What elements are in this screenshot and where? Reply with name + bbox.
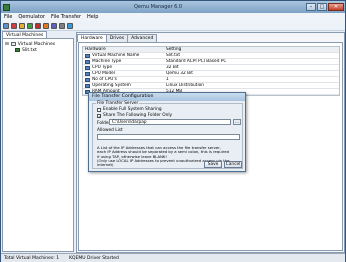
maximize-button[interactable]: □ (317, 3, 327, 11)
vm-icon (15, 48, 20, 52)
share-folder-checkbox[interactable]: ✓ Share The Following Folder Only (97, 113, 172, 118)
new-vm-icon[interactable] (3, 22, 9, 29)
folder-icon (10, 42, 16, 46)
toolbar (1, 21, 345, 31)
row-label: Machine Type (92, 59, 122, 64)
machine-icon (85, 59, 90, 64)
title-bar: Qemu Manager 6.0 – □ ✕ (1, 1, 345, 13)
detail-tabs: Hardware Drives Advanced (77, 34, 158, 42)
browse-button[interactable]: ... (233, 119, 241, 125)
allowed-list-input[interactable] (97, 134, 240, 140)
row-label: No of CPU's (92, 77, 117, 82)
save-button[interactable]: Save (204, 161, 222, 168)
cpu-model-icon (85, 71, 90, 76)
row-value: 1 (166, 77, 169, 82)
row-value: Qemu 32 Bit (166, 71, 193, 76)
vm-tree: ⊟ Virtual Machines Slit.txt (2, 38, 74, 252)
close-button[interactable]: ✕ (328, 3, 344, 11)
row-label: Operating System (92, 83, 131, 88)
delete-icon[interactable] (11, 22, 17, 29)
tab-hardware[interactable]: Hardware (77, 34, 107, 42)
stop-icon[interactable] (35, 22, 41, 29)
tree-root-label: Virtual Machines (17, 41, 56, 47)
group-label: File Transfer Server (96, 101, 140, 106)
window-title: Qemu Manager 6.0 (133, 4, 183, 10)
minimize-button[interactable]: – (306, 3, 316, 11)
pause-icon[interactable] (43, 22, 49, 29)
checkmark-icon[interactable]: ✓ (97, 113, 101, 118)
menu-help[interactable]: Help (87, 14, 98, 20)
allowed-list-label: Allowed List (97, 128, 123, 133)
tab-advanced[interactable]: Advanced (127, 34, 158, 42)
row-value: Standard ACPI PCI Based PC (166, 59, 227, 64)
status-driver: KQEMU Driver Started (69, 255, 119, 261)
tab-drives[interactable]: Drives (105, 34, 129, 42)
reset-icon[interactable] (51, 22, 57, 29)
tree-item-vm[interactable]: Slit.txt (15, 47, 73, 53)
menu-file-transfer[interactable]: File Transfer (51, 14, 81, 20)
folder-input[interactable]: C:\Users\darpap (109, 119, 231, 125)
dialog-title: File Transfer Configuration (89, 93, 245, 101)
cancel-button[interactable]: Cancel (224, 161, 242, 168)
row-label: CPU Model (92, 71, 116, 76)
tree-item-label: Slit.txt (22, 47, 37, 53)
main-window: Qemu Manager 6.0 – □ ✕ File Qemulator Fi… (0, 0, 346, 262)
os-icon (85, 83, 90, 88)
row-label: Virtual Machine Name (92, 53, 140, 58)
menu-file[interactable]: File (4, 14, 12, 20)
collapse-icon[interactable]: ⊟ (5, 42, 9, 47)
play-icon[interactable] (27, 22, 33, 29)
enable-sharing-checkbox[interactable]: Enable Full System Sharing (97, 107, 162, 112)
header-hardware[interactable]: Hardware (83, 47, 163, 52)
status-vm-count: Total Virtual Machines: 1 (4, 255, 60, 261)
cpu-count-icon (85, 77, 90, 82)
menu-bar: File Qemulator File Transfer Help (1, 13, 345, 21)
app-icon (3, 3, 10, 11)
vm-name-icon (85, 53, 90, 58)
header-setting[interactable]: Setting (163, 47, 339, 52)
hardware-grid: Hardware Setting Virtual Machine Name Sli… (82, 46, 340, 96)
row-label: CPU Type (92, 65, 112, 70)
cpu-icon (85, 65, 90, 70)
share-folder-label: Share The Following Folder Only (103, 113, 173, 118)
status-bar: Total Virtual Machines: 1 KQEMU Driver S… (1, 253, 345, 262)
info-icon[interactable] (67, 22, 73, 29)
row-value: Slit.txt (166, 53, 181, 58)
file-transfer-dialog: File Transfer Configuration File Transfe… (88, 92, 246, 172)
row-value: Linux Distribution (166, 83, 205, 88)
checkbox-unchecked[interactable] (97, 107, 101, 112)
console-icon[interactable] (59, 22, 65, 29)
row-value: 32 Bit (166, 65, 179, 70)
settings-icon[interactable] (19, 22, 25, 29)
menu-qemulator[interactable]: Qemulator (18, 14, 45, 20)
file-transfer-group: File Transfer Server Enable Full System … (92, 101, 243, 169)
enable-sharing-label: Enable Full System Sharing (103, 107, 162, 112)
